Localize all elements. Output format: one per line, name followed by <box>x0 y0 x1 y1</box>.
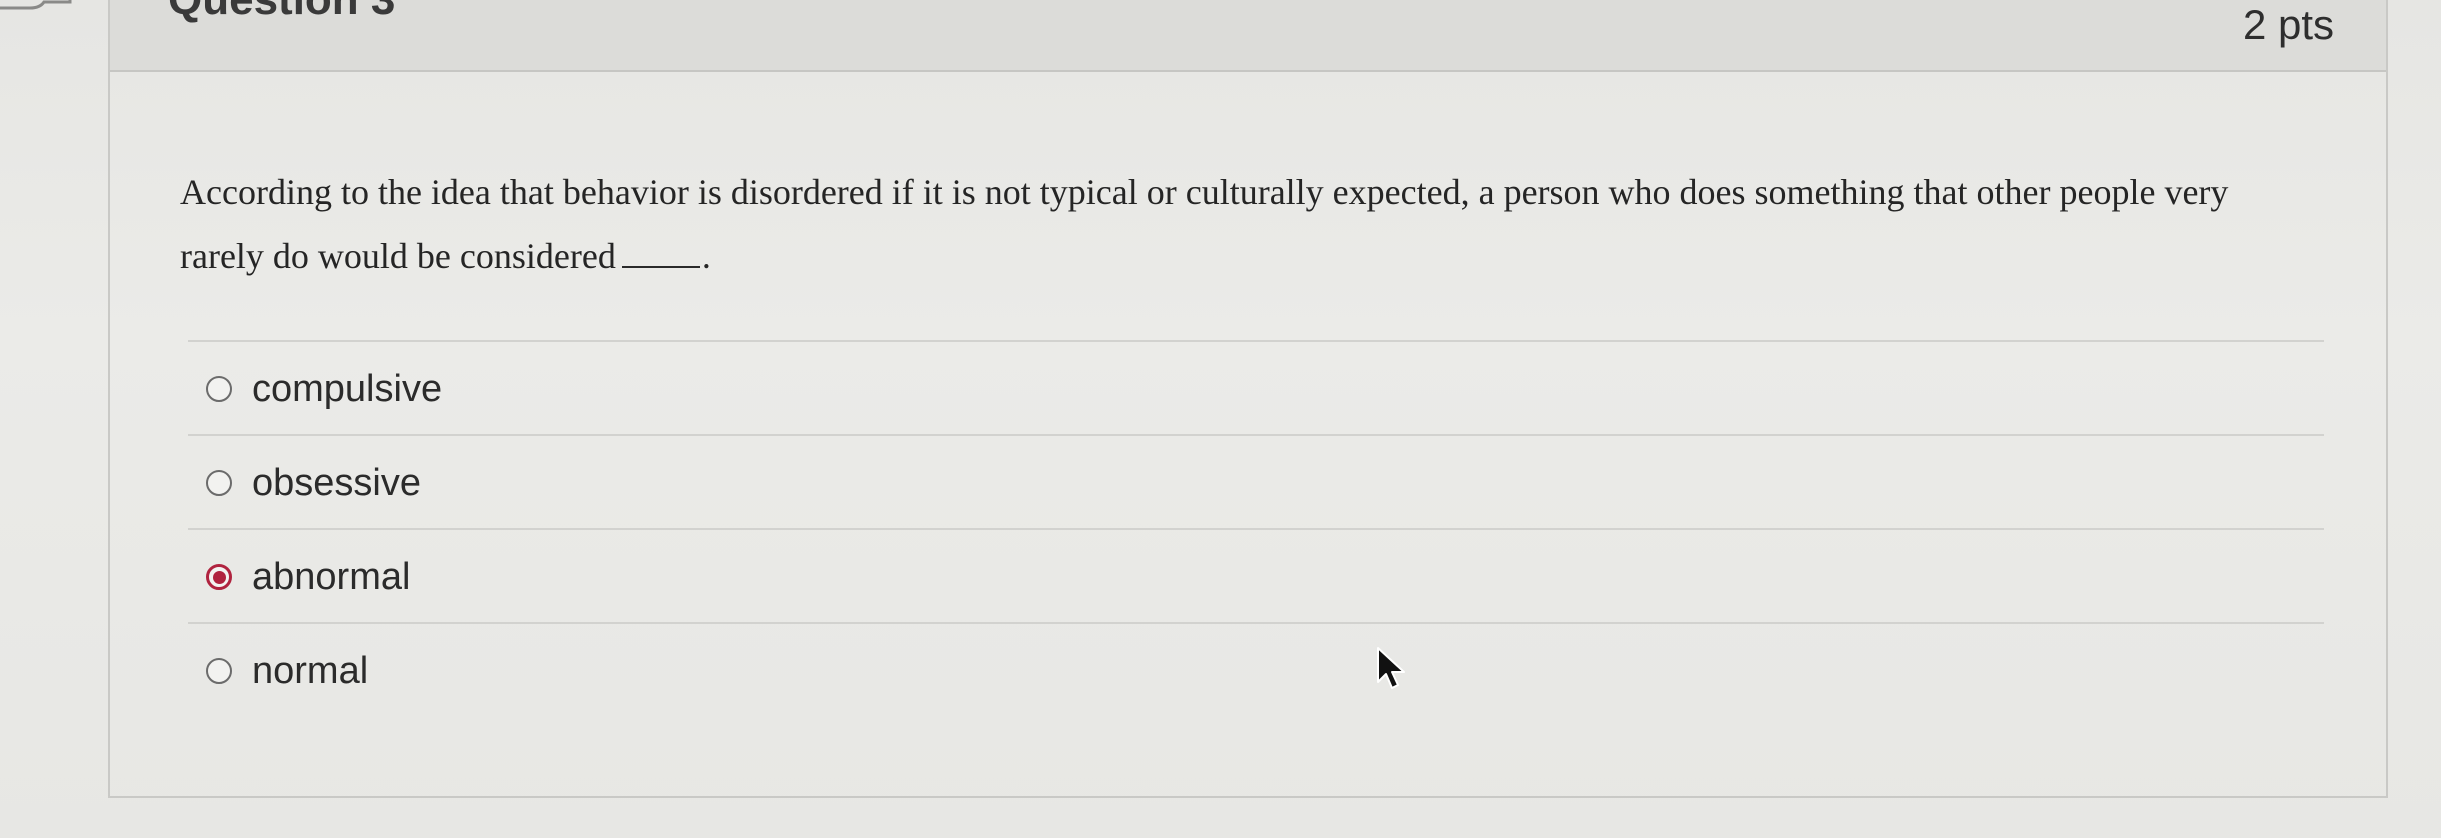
radio-button[interactable] <box>206 470 232 496</box>
answer-label: obsessive <box>252 462 421 504</box>
quiz-page: Question 3 2 pts According to the idea t… <box>0 0 2441 838</box>
answer-option-normal[interactable]: normal <box>188 622 2324 716</box>
answer-blank <box>621 240 700 268</box>
radio-button-selected[interactable] <box>206 564 232 590</box>
question-points: 2 pts <box>2242 1 2334 48</box>
question-header: Question 3 2 pts <box>110 0 2386 72</box>
answer-option-compulsive[interactable]: compulsive <box>188 340 2324 434</box>
radio-button[interactable] <box>206 658 232 684</box>
answer-label: normal <box>252 650 369 692</box>
answer-label: abnormal <box>252 556 411 598</box>
flag-icon[interactable] <box>0 0 90 22</box>
mouse-pointer-icon <box>1377 647 1405 689</box>
question-text: According to the idea that behavior is d… <box>180 160 2320 288</box>
question-text-before: According to the idea that behavior is d… <box>180 172 2229 276</box>
answer-option-obsessive[interactable]: obsessive <box>188 434 2324 528</box>
answer-option-abnormal[interactable]: abnormal <box>188 528 2324 622</box>
question-text-after: . <box>701 236 711 276</box>
answer-label: compulsive <box>252 368 443 410</box>
radio-button[interactable] <box>206 376 232 402</box>
answer-list: compulsive obsessive abnormal normal <box>188 340 2324 716</box>
question-title: Question 3 <box>168 0 395 22</box>
question-card: Question 3 2 pts According to the idea t… <box>108 0 2388 798</box>
